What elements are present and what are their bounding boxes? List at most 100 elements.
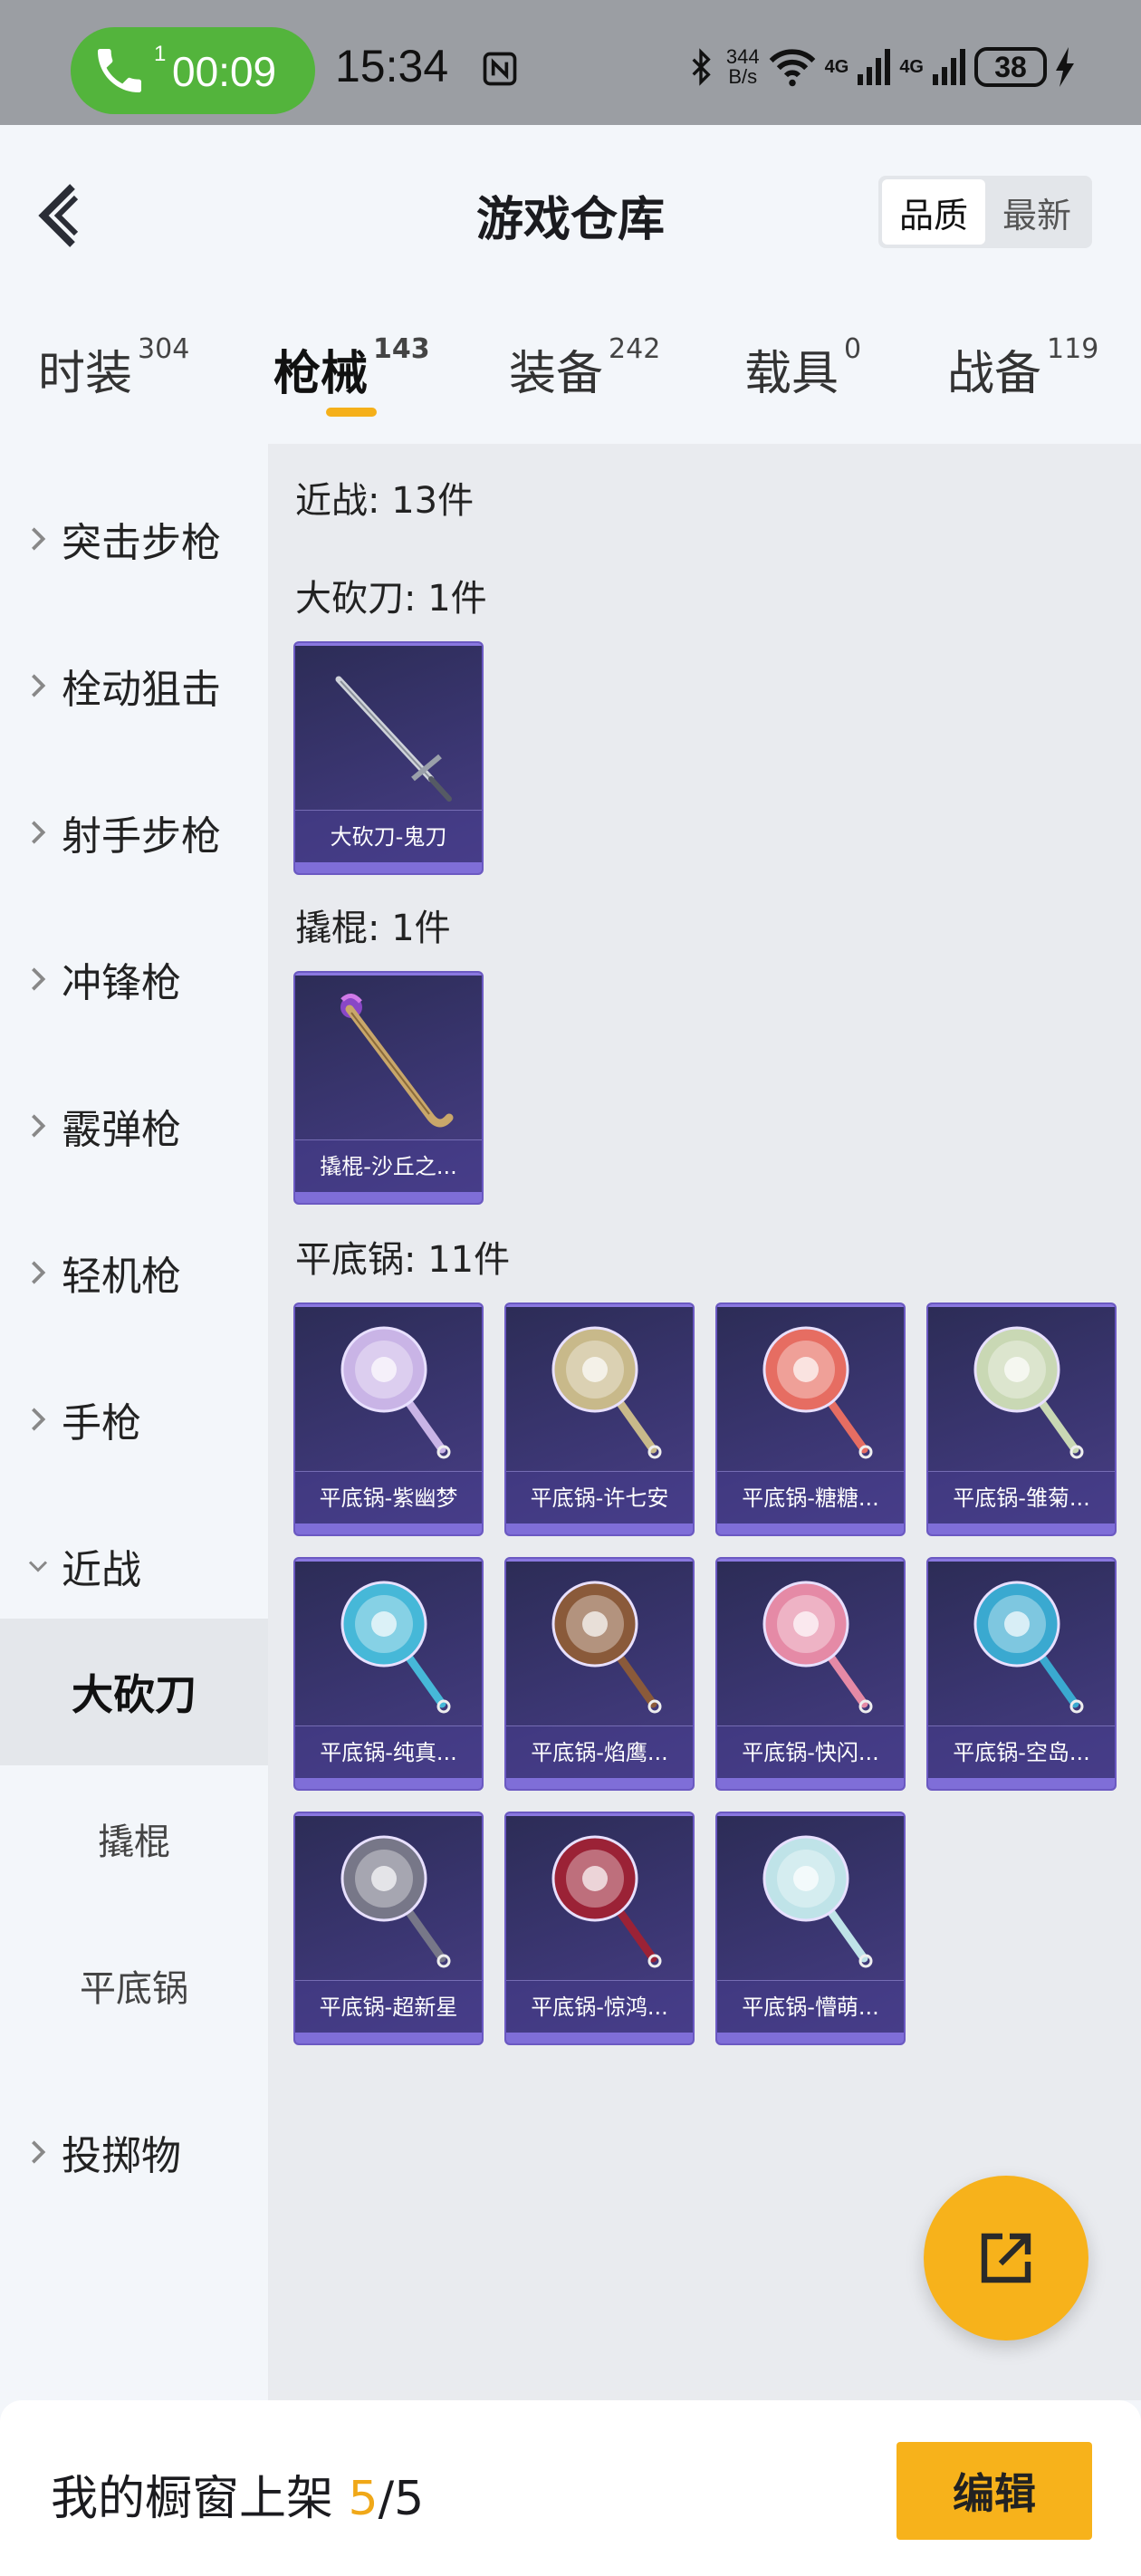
sidebar-item-melee[interactable]: 近战 (0, 1512, 268, 1620)
crowbar-art-icon (340, 994, 454, 1128)
frying-pan-icon (973, 1581, 1084, 1714)
bottom-bar: 我的橱窗上架 5/5 编辑 (0, 2400, 1141, 2576)
showcase-status: 我的橱窗上架 5/5 (51, 2460, 424, 2528)
item-card[interactable]: 平底锅-惊鸿... (504, 1812, 695, 2045)
tab-gear[interactable]: 战备 119 (947, 333, 1099, 403)
frying-pan-icon (973, 1326, 1084, 1459)
wifi-icon (769, 49, 815, 87)
ongoing-call-pill[interactable]: 1 00:09 (71, 27, 315, 114)
card-bottom-strip (928, 1523, 1115, 1534)
item-name: 平底锅-紫幽梦 (295, 1471, 482, 1523)
frying-pan-icon (762, 1835, 873, 1968)
sidebar-item-label: 冲锋枪 (62, 960, 181, 1006)
card-bottom-strip (295, 2033, 482, 2043)
frying-pan-icon (551, 1835, 662, 1968)
sidebar-item-lmg[interactable]: 轻机枪 (0, 1218, 268, 1327)
chevron-right-icon (32, 967, 46, 991)
sort-option-quality[interactable]: 品质 (882, 179, 985, 245)
item-card[interactable]: 平底锅-糖糖... (715, 1302, 906, 1536)
card-bottom-strip (506, 1778, 693, 1789)
card-bottom-strip (928, 1778, 1115, 1789)
tab-firearms[interactable]: 枪械 143 (273, 333, 430, 403)
chevron-right-icon (32, 1114, 46, 1138)
item-card[interactable]: 平底锅-许七安 (504, 1302, 695, 1536)
net-speed-unit: B/s (728, 65, 758, 88)
signal-1-icon (858, 49, 891, 85)
sidebar-item-label: 霰弹枪 (62, 1107, 181, 1153)
chevron-right-icon (32, 1261, 46, 1284)
item-card[interactable]: 大砍刀-鬼刀 (293, 641, 484, 875)
sidebar-item-throwables[interactable]: 投掷物 (0, 2098, 268, 2206)
item-name: 平底锅-空岛... (928, 1725, 1115, 1778)
item-name: 平底锅-雏菊... (928, 1471, 1115, 1523)
active-tab-indicator (326, 408, 377, 417)
sim-indicator: 1 (154, 42, 167, 66)
sidebar-item-label: 突击步枪 (62, 520, 221, 566)
frying-pan-icon (762, 1326, 873, 1459)
machete-art-icon (335, 676, 452, 802)
phone-icon (98, 49, 141, 92)
group-title: 近战: 13件 (295, 480, 475, 522)
chevron-down-icon (28, 1561, 48, 1572)
item-card[interactable]: 平底锅-空岛... (926, 1557, 1117, 1791)
item-card[interactable]: 平底锅-快闪... (715, 1557, 906, 1791)
clock: 15:34 (335, 41, 449, 91)
sidebar-item-label: 射手步枪 (62, 813, 221, 860)
chevron-right-icon (32, 2140, 46, 2164)
sidebar-item-pistol[interactable]: 手枪 (0, 1365, 268, 1474)
tab-count: 0 (844, 333, 862, 365)
card-bottom-strip (717, 2033, 904, 2043)
sidebar-item-marksman-rifle[interactable]: 射手步枪 (0, 778, 268, 887)
category-tabs: 时装 304 枪械 143 装备 242 载具 0 战备 119 (0, 317, 1141, 435)
section-title-crowbar: 撬棍: 1件 (295, 908, 451, 949)
sidebar-sub-crowbar[interactable]: 撬棍 (0, 1765, 268, 1912)
signal-2-icon (933, 49, 965, 85)
tab-count: 242 (609, 333, 661, 365)
card-bottom-strip (295, 862, 482, 873)
frying-pan-icon (551, 1581, 662, 1714)
card-bottom-strip (717, 1523, 904, 1534)
signal-2-label: 4G (899, 56, 924, 77)
item-card[interactable]: 平底锅-纯真... (293, 1557, 484, 1791)
item-name: 大砍刀-鬼刀 (295, 810, 482, 862)
item-card[interactable]: 平底锅-超新星 (293, 1812, 484, 2045)
charging-icon (1056, 47, 1074, 87)
item-card[interactable]: 平底锅-紫幽梦 (293, 1302, 484, 1536)
sort-option-newest[interactable]: 最新 (985, 179, 1088, 245)
card-bottom-strip (295, 1192, 482, 1203)
sidebar-item-label: 轻机枪 (62, 1254, 181, 1300)
sidebar-item-assault-rifle[interactable]: 突击步枪 (0, 485, 268, 593)
sidebar-item-shotgun[interactable]: 霰弹枪 (0, 1072, 268, 1180)
sidebar-item-bolt-sniper[interactable]: 栓动狙击 (0, 631, 268, 740)
item-card[interactable]: 平底锅-懵萌... (715, 1812, 906, 2045)
item-card[interactable]: 平底锅-焰鹰... (504, 1557, 695, 1791)
tab-vehicles[interactable]: 载具 0 (744, 333, 862, 403)
net-speed-value: 344 (725, 45, 760, 68)
net-speed: 344 B/s (726, 47, 760, 87)
item-name: 平底锅-糖糖... (717, 1471, 904, 1523)
tab-equipment[interactable]: 装备 242 (509, 333, 661, 403)
sort-toggle: 品质 最新 (878, 176, 1092, 248)
chevron-right-icon (32, 527, 46, 551)
sidebar-sub-machete[interactable]: 大砍刀 (0, 1619, 268, 1765)
frying-pan-icon (551, 1326, 662, 1459)
share-export-icon (981, 2233, 1031, 2283)
sidebar-item-label: 栓动狙击 (62, 667, 221, 713)
item-name: 平底锅-快闪... (717, 1725, 904, 1778)
tab-outfits[interactable]: 时装 304 (38, 333, 190, 403)
tab-count: 119 (1047, 333, 1099, 365)
call-timer: 00:09 (172, 48, 277, 95)
tab-label: 枪械 (273, 347, 369, 401)
share-button[interactable] (924, 2176, 1088, 2341)
showcase-total: /5 (378, 2472, 425, 2526)
tab-count: 304 (138, 333, 190, 365)
chevron-right-icon (32, 821, 46, 844)
sidebar-sub-pan[interactable]: 平底锅 (0, 1912, 268, 2059)
status-icons: 344 B/s 4G 4G 38 (683, 40, 1076, 94)
card-bottom-strip (506, 2033, 693, 2043)
item-card[interactable]: 平底锅-雏菊... (926, 1302, 1117, 1536)
edit-button[interactable]: 编辑 (896, 2442, 1092, 2540)
item-card[interactable]: 撬棍-沙丘之... (293, 971, 484, 1205)
sidebar-item-smg[interactable]: 冲锋枪 (0, 925, 268, 1033)
item-name: 平底锅-许七安 (506, 1471, 693, 1523)
